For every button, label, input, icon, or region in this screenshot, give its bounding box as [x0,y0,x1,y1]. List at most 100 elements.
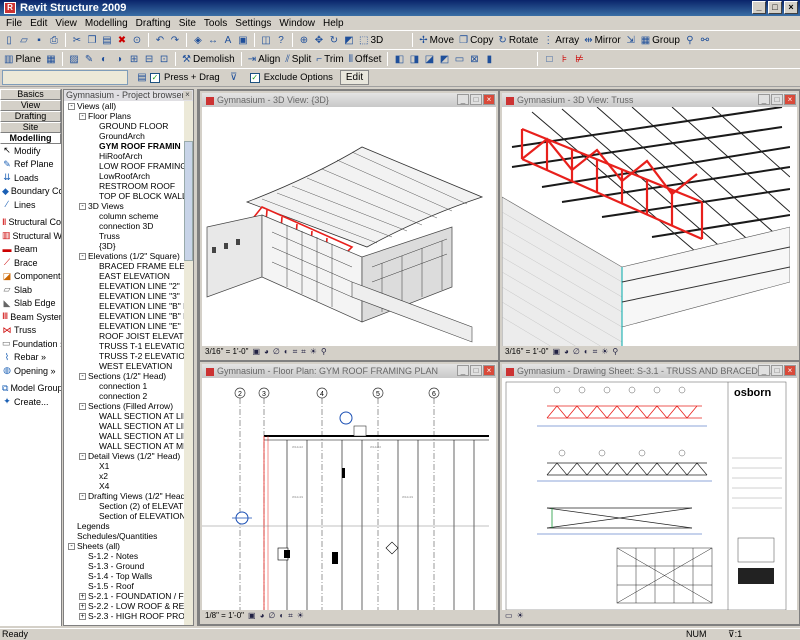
join-icon[interactable]: ◐ [97,51,111,67]
pin-red-icon[interactable]: ⊧ [557,51,571,67]
tree-node[interactable]: WALL SECTION AT LIN [64,431,185,441]
restore-button[interactable]: □ [768,1,782,14]
hide-crop-icon[interactable]: ⌗ [301,346,306,358]
text-icon[interactable]: A [221,32,235,48]
tab-drafting[interactable]: Drafting [0,111,61,122]
expand-icon[interactable]: + [79,613,86,621]
collapse-icon[interactable]: - [79,493,86,501]
design-item-beam[interactable]: ▬ Beam [0,243,61,257]
tree-node[interactable]: connection 3D [64,221,185,231]
cut-geometry-icon[interactable]: ◑ [112,51,126,67]
paste-icon[interactable]: ▤ [100,32,114,48]
group-button[interactable]: ▦ Group [639,32,682,48]
menu-drafting[interactable]: Drafting [132,18,175,29]
tree-node[interactable]: column scheme [64,211,185,221]
mirror-button[interactable]: ⇹ Mirror [582,32,623,48]
design-item-beam-system[interactable]: Ⅲ Beam System [0,310,61,324]
detail-level-icon[interactable]: ▣ [552,346,560,358]
collapse-icon[interactable]: - [68,543,75,551]
model-graphics-icon[interactable]: ◕ [260,610,265,622]
temp-hide-icon[interactable]: ☀ [297,610,304,622]
sun-path-icon[interactable]: ∅ [273,346,280,358]
crop-icon[interactable]: ⌗ [288,610,293,622]
design-item-brace[interactable]: ⟋ Brace [0,256,61,270]
minimize-button[interactable]: _ [758,365,770,376]
design-item-create[interactable]: ✦ Create... [0,395,61,409]
tab-view[interactable]: View [0,100,61,111]
close-button[interactable]: × [483,94,495,105]
sheet-canvas[interactable]: osborn [502,378,797,610]
tree-node[interactable]: WEST ELEVATION [64,361,185,371]
model-graphics-icon[interactable]: ◕ [264,346,269,358]
temp-hide-icon[interactable]: ☀ [310,346,317,358]
tab-modelling[interactable]: Modelling [0,133,61,144]
tree-node[interactable]: ELEVATION LINE "B" F [64,311,185,321]
tab-site[interactable]: Site [0,122,61,133]
shade-icon[interactable]: ◩ [342,32,356,48]
menu-view[interactable]: View [51,18,81,29]
thin-lines-icon[interactable]: ▭ [452,51,466,67]
tree-node[interactable]: RESTROOM ROOF [64,181,185,191]
type-selector-combo[interactable] [2,70,128,85]
tree-node[interactable]: ELEVATION LINE "3" [64,291,185,301]
collapse-icon[interactable]: - [79,373,86,381]
tree-node[interactable]: Truss [64,231,185,241]
view-scale[interactable]: 3/16" = 1'-0" [205,346,248,358]
tree-node[interactable]: WALL SECTION AT ME [64,441,185,451]
view-title-truss[interactable]: Gymnasium - 3D View: Truss _ □ × [502,93,797,107]
paint-icon[interactable]: ▨ [67,51,81,67]
offset-button[interactable]: ⫴ Offset [347,51,384,67]
copy-button[interactable]: ❐ Copy [457,32,495,48]
design-item-structural-wall[interactable]: ▥Structural Wall [0,229,61,243]
view-window-3d[interactable]: Gymnasium - 3D View: {3D} _ □ × 3/16" = … [200,91,498,360]
zoom-icon[interactable]: ⊕ [297,32,311,48]
window-icon[interactable]: ◫ [259,32,273,48]
tree-node[interactable]: - Sheets (all) [64,541,185,551]
tree-node[interactable]: HiRoofArch [64,151,185,161]
tree-node[interactable]: connection 1 [64,381,185,391]
collapse-icon[interactable]: - [79,253,86,261]
tree-node[interactable]: BRACED FRAME ELEV [64,261,185,271]
menu-edit[interactable]: Edit [26,18,51,29]
wall-join-icon[interactable]: ⊞ [127,51,141,67]
tree-node[interactable]: - Elevations (1/2" Square) [64,251,185,261]
redo-icon[interactable]: ↷ [168,32,182,48]
design-item-model-group[interactable]: ⧉ Model Group [0,382,61,396]
pin-icon[interactable]: ⚲ [683,32,697,48]
minimize-button[interactable]: _ [752,1,766,14]
menu-site[interactable]: Site [175,18,200,29]
tree-node[interactable]: - Floor Plans [64,111,185,121]
sun-path-icon[interactable]: ∅ [573,346,580,358]
filter-icon[interactable]: ⊽ [227,70,241,86]
linework-icon[interactable]: ✎ [82,51,96,67]
tree-node[interactable]: -3D Views [64,201,185,211]
temp-hide-icon[interactable]: ☀ [517,610,524,622]
view-title-sheet[interactable]: Gymnasium - Drawing Sheet: S-3.1 - TRUSS… [502,364,797,378]
reveal-hidden-icon[interactable]: ⚲ [612,346,618,358]
close-button[interactable]: × [784,365,796,376]
tree-node[interactable]: S-1.5 - Roof [64,581,185,591]
design-item-boundary[interactable]: ◆Boundary Cond [0,185,61,199]
menu-help[interactable]: Help [319,18,348,29]
tree-node[interactable]: connection 2 [64,391,185,401]
rectangle-icon[interactable]: □ [542,51,556,67]
tree-node[interactable]: GROUND FLOOR [64,121,185,131]
tree-node[interactable]: Schedules/Quantities [64,531,185,541]
design-item-component[interactable]: ◪ Component [0,270,61,284]
temp-hide-icon[interactable]: ☀ [601,346,608,358]
tree-node[interactable]: - Detail Views (1/2" Head) [64,451,185,461]
resize-icon[interactable]: ⇲ [624,32,638,48]
view-scale[interactable]: 1/8" = 1'-0" [205,610,244,622]
design-item-slab[interactable]: ▱ Slab [0,283,61,297]
tree-node[interactable]: - Sections (1/2" Head) [64,371,185,381]
tree-node[interactable]: LOW ROOF FRAMING [64,161,185,171]
link-icon[interactable]: ⚯ [698,32,712,48]
minimize-button[interactable]: _ [758,94,770,105]
detail-level-icon[interactable]: ▣ [248,610,256,622]
close-icon[interactable]: × [183,91,192,100]
expand-icon[interactable]: + [79,593,86,601]
tree-node[interactable]: ELEVATION LINE "2" [64,281,185,291]
unpin-red-icon[interactable]: ⊭ [572,51,586,67]
minimize-button[interactable]: _ [457,94,469,105]
tag-icon[interactable]: ◈ [191,32,205,48]
